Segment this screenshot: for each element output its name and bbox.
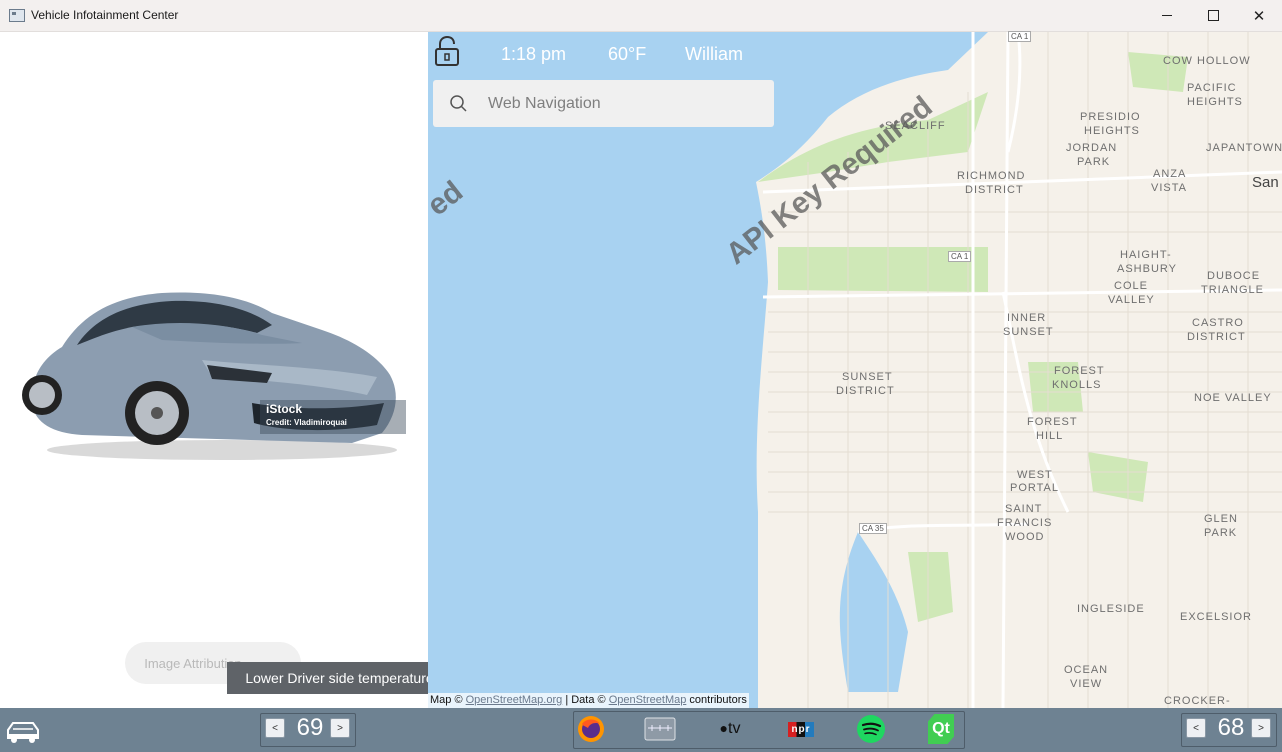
passenger-temp-increase-button[interactable]: > [1251, 718, 1271, 738]
osm-link[interactable]: OpenStreetMap.org [466, 694, 563, 706]
attribution-prefix: Map © [430, 694, 463, 706]
map-label: PARK [1204, 527, 1238, 539]
map-label: VIEW [1070, 678, 1103, 690]
map-label: WOOD [1005, 531, 1045, 543]
map-label: CASTRO [1192, 317, 1244, 329]
passenger-temperature: 68 [1217, 714, 1245, 741]
app-window-icon [9, 9, 25, 22]
maximize-button[interactable] [1190, 0, 1236, 31]
map-label: CA 1 [948, 251, 972, 262]
stock-watermark-brand: iStock [266, 402, 303, 416]
minimize-button[interactable] [1144, 0, 1190, 31]
dock-app-tuner[interactable] [643, 712, 677, 746]
map-label: INGLESIDE [1077, 603, 1145, 615]
map-label: RICHMOND [957, 170, 1026, 182]
map-label: INNER [1007, 312, 1047, 324]
map-label: DISTRICT [965, 184, 1024, 196]
map-label: DUBOCE [1207, 270, 1261, 282]
car-image [22, 292, 397, 460]
map-label: FRANCIS [997, 517, 1053, 529]
osm-data-link[interactable]: OpenStreetMap [609, 694, 687, 706]
map-label: COLE [1114, 280, 1148, 292]
npr-icon: npr [788, 721, 814, 737]
window-title: Vehicle Infotainment Center [31, 8, 179, 22]
close-button[interactable]: ✕ [1236, 0, 1282, 31]
web-navigation-input[interactable] [488, 80, 768, 127]
map-label: SAINT [1005, 503, 1043, 515]
close-icon: ✕ [1252, 7, 1266, 25]
qt-icon: Qt [928, 714, 954, 744]
map-view[interactable] [428, 32, 1282, 708]
radio-tuner-icon [644, 717, 676, 741]
map-label: HAIGHT- [1120, 249, 1172, 261]
window-title-bar [0, 0, 1282, 32]
map-label: SUNSET [1003, 326, 1054, 338]
app-dock [573, 711, 965, 749]
map-label: JORDAN [1066, 142, 1118, 154]
car-icon[interactable] [4, 715, 42, 745]
chevron-left-icon: < [1193, 722, 1199, 734]
map-label: TRIANGLE [1201, 284, 1265, 296]
minimize-icon [1162, 15, 1172, 16]
dock-app-npr[interactable]: npr [784, 712, 818, 746]
map-label: DISTRICT [1187, 331, 1246, 343]
map-attribution: Map © OpenStreetMap.org | Data © OpenStr… [428, 693, 749, 708]
map-label: HILL [1036, 430, 1064, 442]
firefox-icon [578, 716, 604, 742]
dock-app-apple-tv[interactable]: ●tv [713, 712, 747, 746]
map-label: SUNSET [842, 371, 893, 383]
stock-watermark-credit: Credit: Vladimiroquai [266, 418, 347, 427]
map-label: HEIGHTS [1187, 96, 1243, 108]
chevron-left-icon: < [272, 722, 278, 734]
attribution-middle: | Data © [565, 694, 606, 706]
map-label: OCEAN [1064, 664, 1109, 676]
map-label: FOREST [1027, 416, 1078, 428]
map-label: COW HOLLOW [1163, 55, 1251, 67]
temperature-tooltip: Lower Driver side temperature [227, 662, 452, 694]
map-label: CROCKER- [1164, 695, 1231, 707]
dock-app-qt[interactable]: Qt [924, 712, 958, 746]
dock-app-spotify[interactable] [854, 712, 888, 746]
map-label: VISTA [1151, 182, 1187, 194]
map-label: GLEN [1204, 513, 1238, 525]
map-label: VALLEY [1108, 294, 1155, 306]
map-label: PRESIDIO [1080, 111, 1141, 123]
attribution-suffix: contributors [689, 694, 747, 706]
map-label: EXCELSIOR [1180, 611, 1252, 623]
map-label: FOREST [1054, 365, 1105, 377]
unlock-icon[interactable] [433, 36, 461, 66]
chevron-right-icon: > [1258, 722, 1264, 734]
map-label: PORTAL [1010, 482, 1059, 494]
clock-time: 1:18 pm [501, 44, 567, 64]
search-icon [450, 95, 467, 112]
map-label: ANZA [1153, 168, 1187, 180]
map-label: PARK [1077, 156, 1111, 168]
map-label: KNOLLS [1052, 379, 1102, 391]
driver-temperature: 69 [296, 714, 324, 741]
user-name[interactable]: William [685, 44, 743, 65]
map-canvas[interactable] [428, 32, 1282, 708]
spotify-icon [857, 715, 885, 743]
map-label: ASHBURY [1117, 263, 1177, 275]
map-label: PACIFIC [1187, 82, 1237, 94]
outside-temperature: 60°F [608, 44, 647, 64]
map-label: San [1252, 174, 1279, 191]
maximize-icon [1207, 10, 1219, 21]
driver-temp-decrease-button[interactable]: < [265, 718, 285, 738]
map-label: CA 35 [859, 523, 887, 534]
apple-tv-icon: ●tv [719, 720, 741, 737]
map-label: DISTRICT [836, 385, 895, 397]
driver-temp-increase-button[interactable]: > [330, 718, 350, 738]
dock-app-firefox[interactable] [574, 712, 608, 746]
chevron-right-icon: > [337, 722, 343, 734]
map-label: CA 1 [1008, 31, 1032, 42]
passenger-temp-decrease-button[interactable]: < [1186, 718, 1206, 738]
tooltip-text: Lower Driver side temperature [245, 670, 434, 686]
map-label: WEST [1017, 469, 1053, 481]
map-label: NOE VALLEY [1194, 392, 1272, 404]
map-label: HEIGHTS [1084, 125, 1140, 137]
map-label: JAPANTOWN [1206, 142, 1282, 154]
